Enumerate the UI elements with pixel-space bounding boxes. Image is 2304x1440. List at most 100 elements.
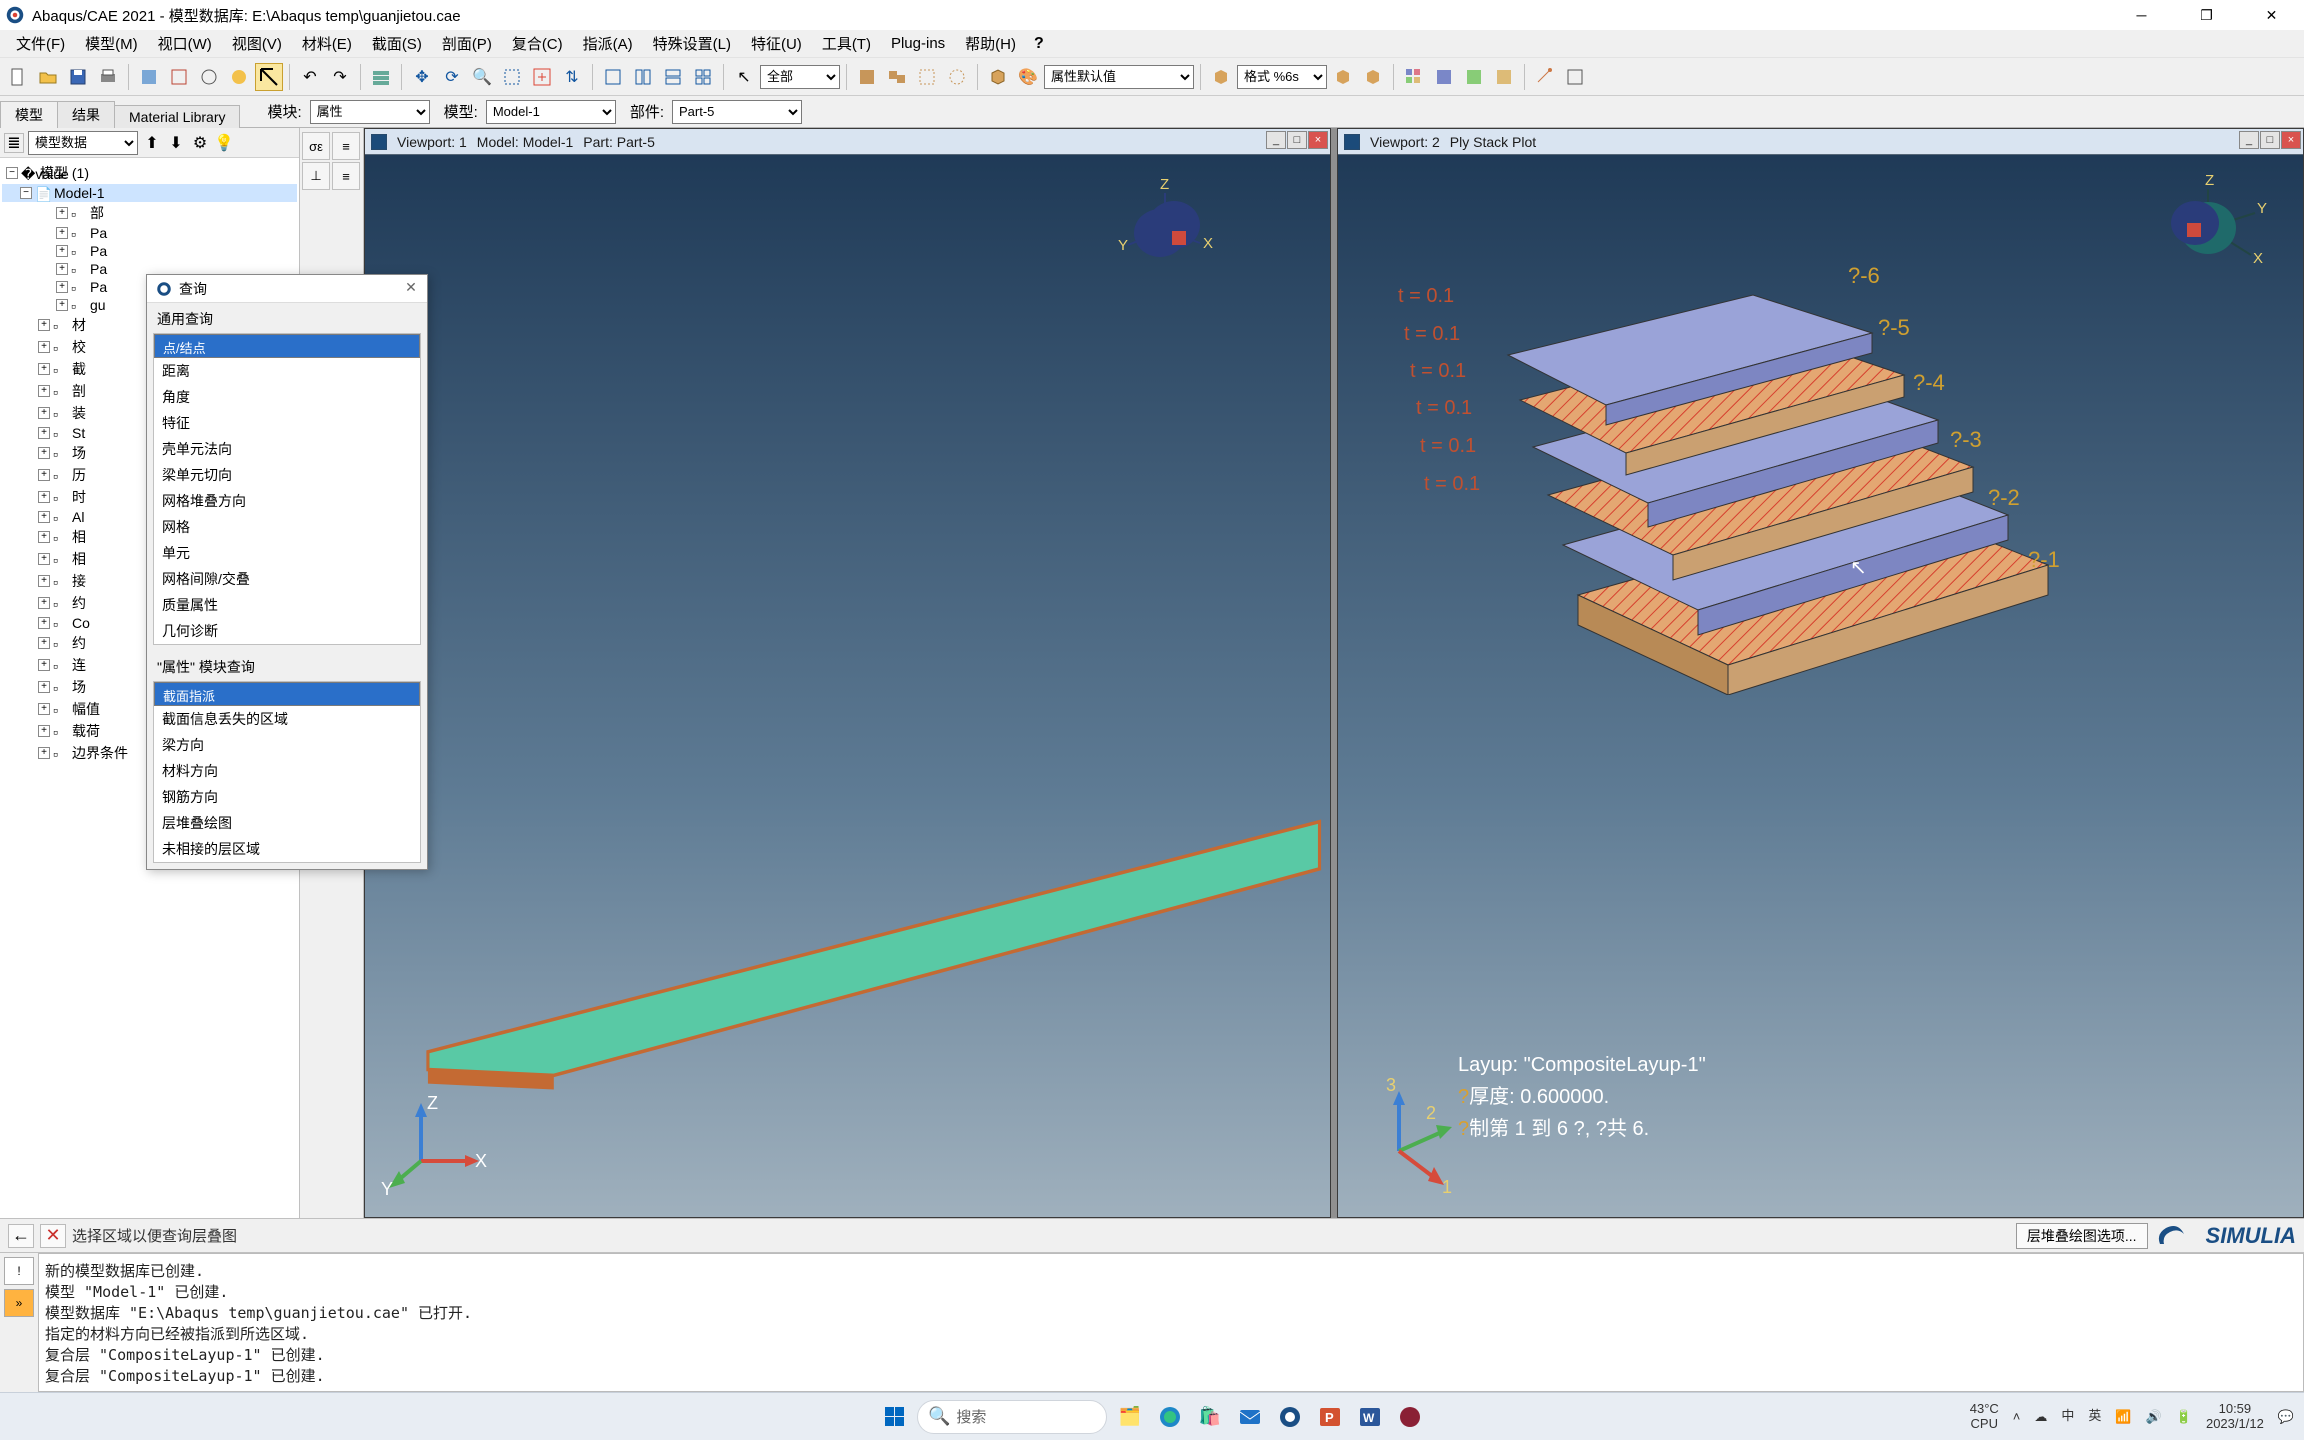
dialog-list-item[interactable]: 梁方向	[154, 732, 420, 758]
menu-tools[interactable]: 工具(T)	[814, 31, 879, 56]
close-button[interactable]: ✕	[2239, 0, 2304, 30]
viewport-1-canvas[interactable]: Z Y X Z	[365, 155, 1330, 1217]
view3-icon[interactable]	[659, 63, 687, 91]
shaded-edges-icon[interactable]	[225, 63, 253, 91]
menu-viewport[interactable]: 视口(W)	[150, 31, 220, 56]
tray-clock[interactable]: 10:592023/1/12	[2206, 1402, 2264, 1431]
menu-assign[interactable]: 指派(A)	[575, 31, 641, 56]
task-store-icon[interactable]: 🛍️	[1193, 1400, 1227, 1434]
dialog-list-item[interactable]: 壳单元法向	[154, 436, 420, 462]
task-edge-icon[interactable]	[1153, 1400, 1187, 1434]
vp2-min-icon[interactable]: _	[2239, 131, 2259, 149]
task-explorer-icon[interactable]: 🗂️	[1113, 1400, 1147, 1434]
hidden-render-icon[interactable]	[195, 63, 223, 91]
menu-model[interactable]: 模型(M)	[77, 31, 146, 56]
view4-icon[interactable]	[689, 63, 717, 91]
message-log[interactable]: 新的模型数据库已创建. 模型 "Model-1" 已创建. 模型数据库 "E:\…	[38, 1253, 2304, 1392]
task-app-icon[interactable]	[1393, 1400, 1427, 1434]
tray-notifications-icon[interactable]: 💬	[2278, 1409, 2294, 1425]
color-icon[interactable]: 🎨	[1014, 63, 1042, 91]
whats-this-icon[interactable]: ?	[1034, 35, 1044, 53]
tree-bulb-icon[interactable]: 💡	[214, 133, 234, 153]
tool-section-manager-icon[interactable]: ≡	[332, 162, 360, 190]
dialog-list-item[interactable]: 截面指派	[154, 682, 420, 706]
tray-battery-icon[interactable]: 🔋	[2176, 1409, 2192, 1425]
save-icon[interactable]	[64, 63, 92, 91]
tray-ime[interactable]: 中	[2061, 1409, 2074, 1423]
cubes1-icon[interactable]	[1400, 63, 1428, 91]
module-select[interactable]: 属性	[310, 100, 430, 124]
tray-ime2[interactable]: 英	[2088, 1409, 2101, 1423]
minimize-button[interactable]: ─	[2109, 0, 2174, 30]
vp1-close-icon[interactable]: ×	[1308, 131, 1328, 149]
taskbar-search[interactable]: 🔍 搜索	[917, 1400, 1107, 1434]
dialog-list-item[interactable]: 层堆叠绘图	[154, 810, 420, 836]
tree-item[interactable]: +▫Pa	[2, 224, 297, 242]
menu-file[interactable]: 文件(F)	[8, 31, 73, 56]
dialog-list-item[interactable]: 网格堆叠方向	[154, 488, 420, 514]
layer-manager-icon[interactable]	[367, 63, 395, 91]
viewport-2-canvas[interactable]: Z Y X	[1338, 155, 2303, 1217]
message-tab-icon[interactable]: !	[4, 1257, 34, 1285]
vp1-min-icon[interactable]: _	[1266, 131, 1286, 149]
dialog-list-item[interactable]: 材料方向	[154, 758, 420, 784]
wire-render-icon[interactable]	[165, 63, 193, 91]
undo-icon[interactable]: ↶	[296, 63, 324, 91]
menu-profile[interactable]: 剖面(P)	[434, 31, 500, 56]
box1-icon[interactable]	[984, 63, 1012, 91]
sel4-icon[interactable]	[943, 63, 971, 91]
tab-material-library[interactable]: Material Library	[114, 105, 240, 128]
cubes2-icon[interactable]	[1430, 63, 1458, 91]
tree-item[interactable]: +▫部	[2, 202, 297, 224]
menu-special[interactable]: 特殊设置(L)	[645, 31, 739, 56]
menu-view[interactable]: 视图(V)	[224, 31, 290, 56]
sel1-icon[interactable]	[853, 63, 881, 91]
dialog-list-item[interactable]: 几何诊断	[154, 618, 420, 644]
boxB-icon[interactable]	[1329, 63, 1357, 91]
tree-mode-icon[interactable]: ≣	[4, 133, 24, 153]
plystack-options-button[interactable]: 层堆叠绘图选项...	[2016, 1223, 2148, 1249]
maximize-button[interactable]: ❐	[2174, 0, 2239, 30]
menu-composite[interactable]: 复合(C)	[504, 31, 571, 56]
tray-onedrive-icon[interactable]: ☁	[2034, 1409, 2047, 1425]
sel3-icon[interactable]	[913, 63, 941, 91]
compass-triad-icon[interactable]: Z Y X	[1100, 175, 1230, 285]
dialog-list-item[interactable]: 质量属性	[154, 592, 420, 618]
tray-volume-icon[interactable]: 🔊	[2146, 1409, 2162, 1425]
kernel-tab-icon[interactable]: »	[4, 1289, 34, 1317]
zoom-window-icon[interactable]	[498, 63, 526, 91]
prompt-back-icon[interactable]: ←	[8, 1224, 34, 1248]
dialog-list-item[interactable]: 点/结点	[154, 334, 420, 358]
selection-filter-select[interactable]: 全部	[760, 65, 840, 89]
dialog-list-item[interactable]: 钢筋方向	[154, 784, 420, 810]
boxC-icon[interactable]	[1359, 63, 1387, 91]
tool-create-section-icon[interactable]: ⊥	[302, 162, 330, 190]
print-icon[interactable]	[94, 63, 122, 91]
vp1-max-icon[interactable]: □	[1287, 131, 1307, 149]
task-abaqus-icon[interactable]	[1273, 1400, 1307, 1434]
prompt-cancel-icon[interactable]: ✕	[40, 1224, 66, 1248]
viewport-1[interactable]: Viewport: 1 Model: Model-1 Part: Part-5 …	[364, 128, 1331, 1218]
new-file-icon[interactable]	[4, 63, 32, 91]
task-mail-icon[interactable]	[1233, 1400, 1267, 1434]
dialog-close-icon[interactable]: ✕	[401, 279, 421, 299]
menu-section[interactable]: 截面(S)	[364, 31, 430, 56]
cycle-views-icon[interactable]: ⇅	[558, 63, 586, 91]
rotate-icon[interactable]: ⟳	[438, 63, 466, 91]
view2-icon[interactable]	[629, 63, 657, 91]
tree-nav-down-icon[interactable]: ⬇	[166, 133, 186, 153]
pan-icon[interactable]: ✥	[408, 63, 436, 91]
fit-view-icon[interactable]	[528, 63, 556, 91]
tree-nav-up-icon[interactable]: ⬆	[142, 133, 162, 153]
query-dialog[interactable]: 查询 ✕ 通用查询 点/结点距离角度特征壳单元法向梁单元切向网格堆叠方向网格单元…	[146, 274, 428, 870]
dialog-list-module[interactable]: 截面指派截面信息丢失的区域梁方向材料方向钢筋方向层堆叠绘图未相接的层区域	[153, 681, 421, 863]
tab-model[interactable]: 模型	[0, 101, 58, 128]
annot1-icon[interactable]	[1531, 63, 1559, 91]
tree-model[interactable]: Model-1	[54, 185, 105, 201]
taskbar-temp[interactable]: 43°CCPU	[1970, 1402, 1999, 1431]
dialog-list-item[interactable]: 未相接的层区域	[154, 836, 420, 862]
open-file-icon[interactable]	[34, 63, 62, 91]
tree-settings-icon[interactable]: ⚙	[190, 133, 210, 153]
format-select[interactable]: 格式 %6s	[1237, 65, 1327, 89]
menu-help[interactable]: 帮助(H)	[957, 31, 1024, 56]
